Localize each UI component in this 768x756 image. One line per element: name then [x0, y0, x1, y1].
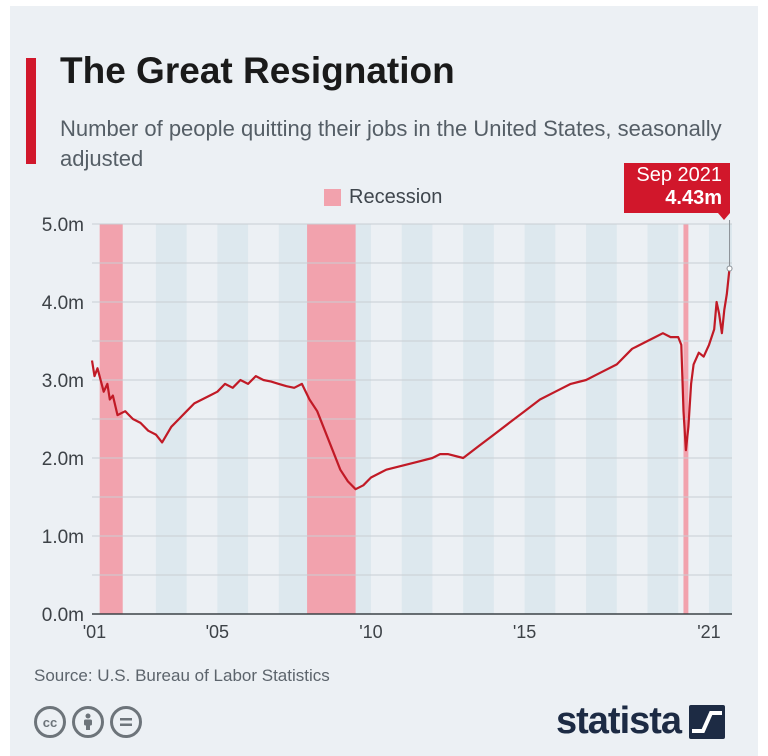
statista-logo: statista — [556, 700, 726, 743]
attribution-person-icon — [72, 706, 104, 738]
x-tick-label: '10 — [359, 622, 382, 642]
x-tick-label: '01 — [83, 622, 106, 642]
chart-plot: 0.0m 1.0m 2.0m 3.0m 4.0m 5.0m '01 '05 '10 '15 '21 — [42, 215, 733, 642]
callout-date: Sep 2021 — [636, 164, 722, 186]
latest-point-marker — [726, 265, 733, 272]
statista-wordmark: statista — [556, 700, 682, 742]
creative-commons-icon: cc — [34, 706, 66, 738]
y-tick-label: 4.0m — [42, 293, 84, 314]
latest-value-callout: Sep 2021 4.43m — [624, 163, 730, 213]
x-tick-label: '21 — [697, 622, 720, 642]
callout-value: 4.43m — [665, 187, 722, 209]
license-icons: cc — [34, 706, 142, 738]
y-tick-label: 3.0m — [42, 371, 84, 392]
statista-mark-icon — [689, 704, 726, 739]
y-tick-label: 0.0m — [42, 605, 84, 626]
callout-pointer — [718, 213, 730, 220]
source-note: Source: U.S. Bureau of Labor Statistics — [34, 666, 330, 685]
y-tick-label: 5.0m — [42, 215, 84, 236]
y-tick-label: 1.0m — [42, 527, 84, 548]
y-tick-label: 2.0m — [42, 449, 84, 470]
x-tick-label: '15 — [513, 622, 536, 642]
no-derivatives-icon — [110, 706, 142, 738]
x-tick-label: '05 — [206, 622, 229, 642]
